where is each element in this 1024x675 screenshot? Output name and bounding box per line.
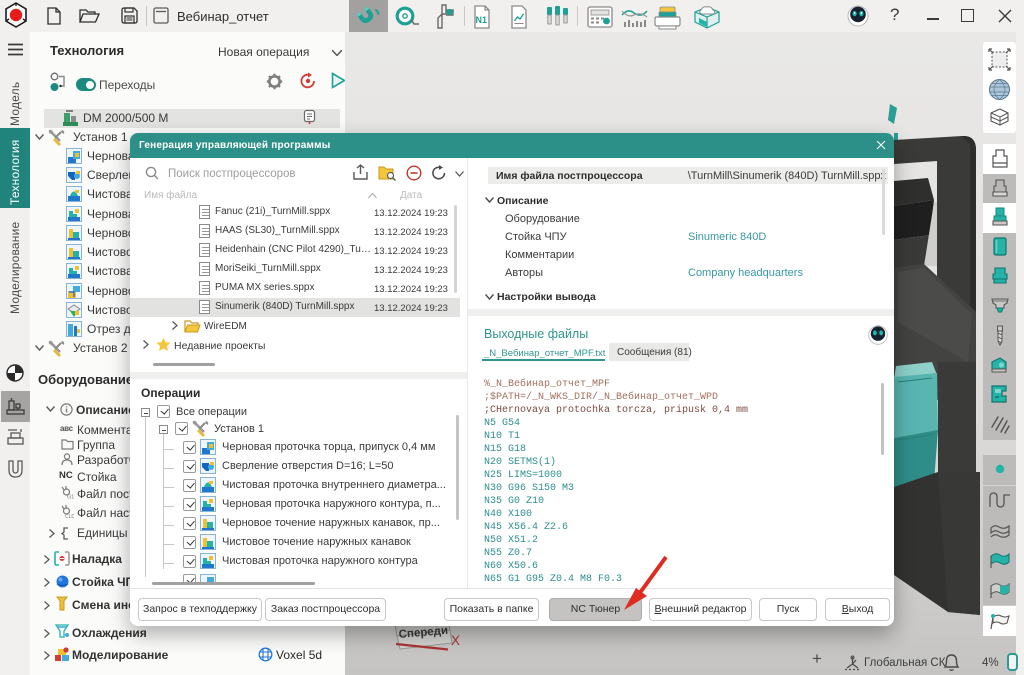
svg-text:CLD: CLD [65, 514, 74, 518]
svg-text:X: X [451, 633, 460, 648]
svg-text:N1: N1 [476, 15, 488, 25]
svg-text:G1: G1 [67, 495, 74, 500]
